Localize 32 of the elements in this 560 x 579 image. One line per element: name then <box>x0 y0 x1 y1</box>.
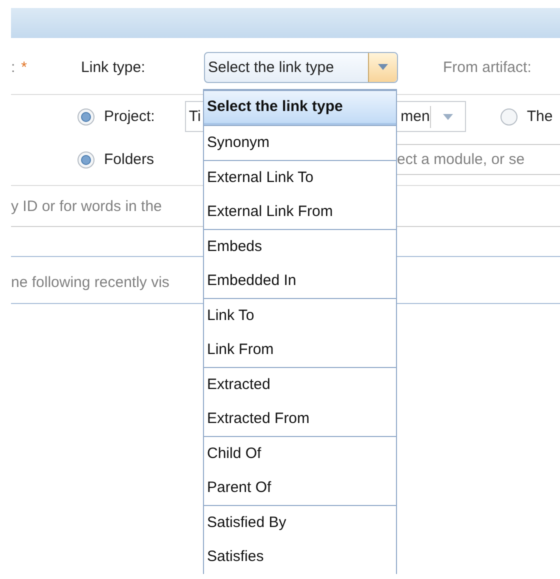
dropdown-option[interactable]: Link To <box>204 299 396 333</box>
radio-button[interactable] <box>500 108 518 126</box>
project-value: men <box>400 108 430 125</box>
dropdown-option[interactable]: Extracted <box>204 368 396 402</box>
dropdown-option[interactable]: Child Of <box>204 437 396 471</box>
radio-button[interactable] <box>77 150 95 168</box>
dropdown-option[interactable]: Embeds <box>204 230 396 264</box>
recent-hint: ne following recently vis <box>11 274 170 290</box>
dropdown-option[interactable]: Embedded In <box>204 264 396 298</box>
dropdown-option[interactable]: Link From <box>204 333 396 367</box>
link-type-dropdown[interactable]: Select the link type <box>204 52 398 82</box>
from-artifact-label: From artifact: <box>443 58 532 76</box>
folders-label: Folders <box>104 151 154 168</box>
search-hint: y ID or for words in the <box>11 198 162 214</box>
dropdown-option[interactable]: Synonym <box>204 126 396 160</box>
dropdown-option[interactable]: External Link From <box>204 195 396 229</box>
dropdown-option[interactable]: Satisfied By <box>204 506 396 540</box>
module-search-field[interactable]: ect a module, or se <box>397 144 560 175</box>
radio-button[interactable] <box>77 108 95 126</box>
required-mark: * <box>21 58 28 76</box>
option-label: The <box>526 108 553 125</box>
link-type-label: Link type: <box>81 58 146 76</box>
field-label: : <box>11 58 16 76</box>
project-value: Ti <box>188 108 201 125</box>
dropdown-option[interactable]: Satisfies <box>204 540 396 574</box>
dropdown-option[interactable]: Select the link type <box>204 91 396 125</box>
caret-icon <box>442 114 453 120</box>
caret-icon <box>378 64 388 70</box>
dropdown-option[interactable]: Extracted From <box>204 402 396 436</box>
dropdown-option[interactable]: External Link To <box>204 161 396 195</box>
dropdown-option[interactable]: Parent Of <box>204 471 396 505</box>
project-label: Project: <box>104 108 155 125</box>
